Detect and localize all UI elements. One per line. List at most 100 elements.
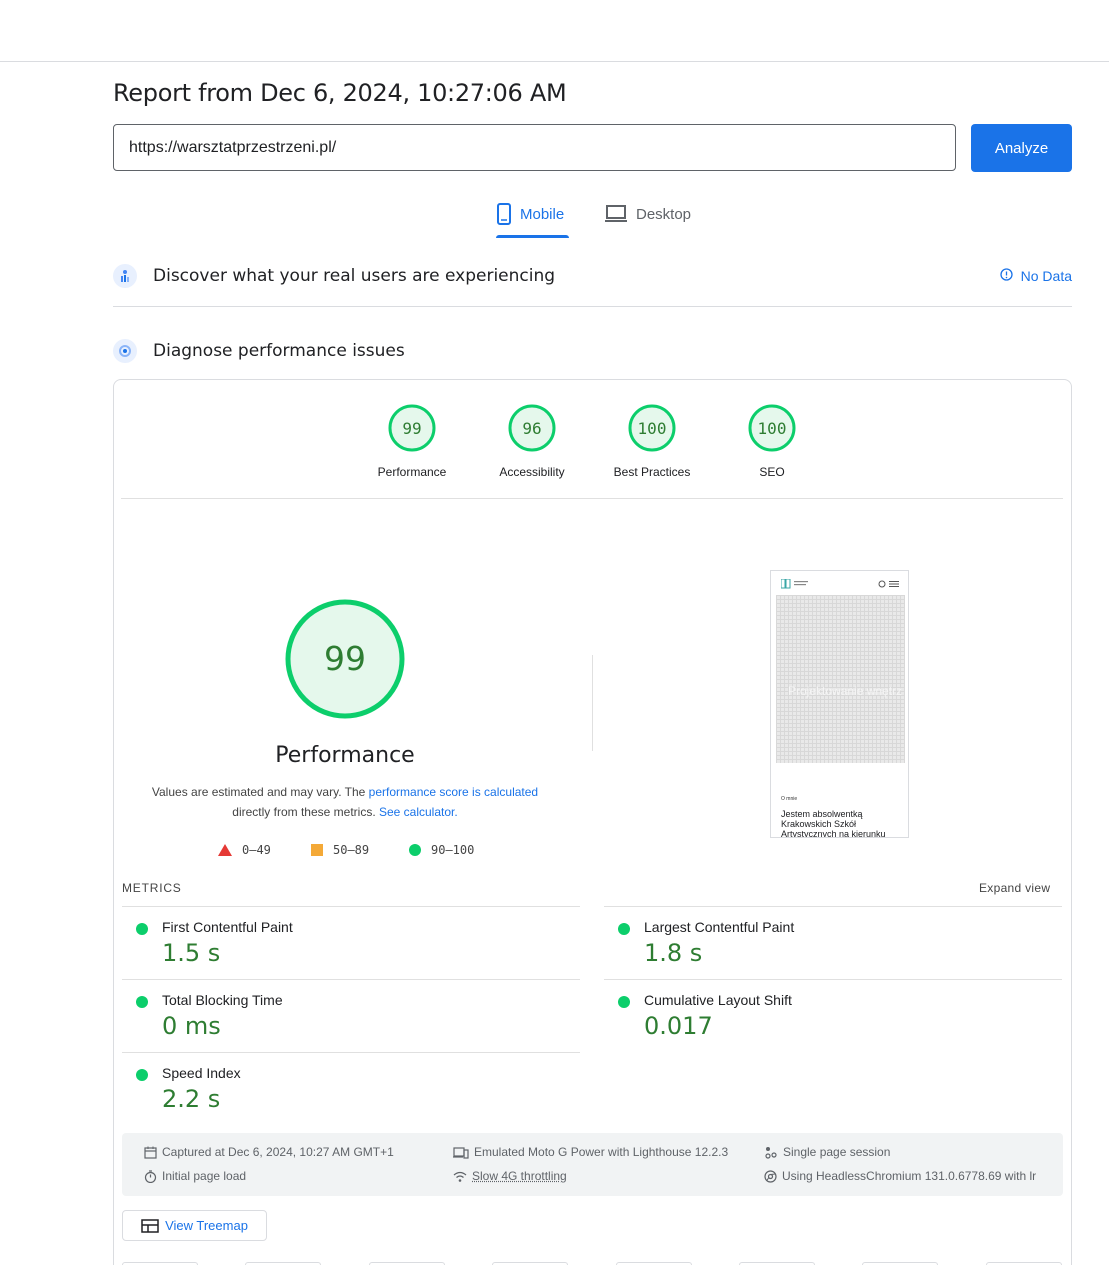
metric-lcp: Largest Contentful Paint 1.8 s bbox=[604, 906, 1062, 979]
performance-description: Values are estimated and may vary. The p… bbox=[140, 782, 550, 822]
crux-section-header: Discover what your real users are experi… bbox=[113, 264, 1072, 288]
metric-value: 1.8 s bbox=[644, 939, 702, 967]
view-treemap-button[interactable]: View Treemap bbox=[122, 1210, 267, 1241]
metric-value: 1.5 s bbox=[162, 939, 220, 967]
timer-icon bbox=[144, 1170, 157, 1183]
info-throttling: Slow 4G throttling bbox=[453, 1169, 567, 1183]
session-icon bbox=[764, 1146, 778, 1159]
performance-score-large: 99 bbox=[324, 639, 366, 678]
treemap-icon bbox=[141, 1219, 159, 1233]
analyze-button[interactable]: Analyze bbox=[971, 124, 1072, 172]
legend-range: 50–89 bbox=[333, 843, 369, 857]
score-gauge-seo[interactable]: 100 SEO bbox=[722, 403, 822, 479]
score-label: Performance bbox=[362, 465, 462, 479]
section-divider bbox=[113, 306, 1072, 307]
gauge-ring: 96 bbox=[507, 403, 557, 453]
score-label: Best Practices bbox=[602, 465, 702, 479]
square-icon bbox=[311, 844, 323, 856]
legend-average: 50–89 bbox=[311, 842, 369, 858]
score-calculated-link[interactable]: performance score is calculated bbox=[369, 785, 538, 799]
triangle-icon bbox=[218, 844, 232, 856]
legend-range: 90–100 bbox=[431, 843, 474, 857]
score-value: 100 bbox=[638, 419, 667, 438]
report-title: Report from Dec 6, 2024, 10:27:06 AM bbox=[113, 79, 566, 107]
laptop-icon bbox=[604, 203, 628, 227]
metric-cls: Cumulative Layout Shift 0.017 bbox=[604, 979, 1062, 1052]
metric-value: 2.2 s bbox=[162, 1085, 220, 1113]
page-screenshot-thumbnail: Projektowanie wnętrz O mnie Jestem absol… bbox=[770, 570, 909, 838]
screenshot-hero-image: Projektowanie wnętrz bbox=[776, 595, 905, 763]
screenshot-hero-text: Projektowanie wnętrz bbox=[788, 685, 902, 698]
metric-speed-index: Speed Index 2.2 s bbox=[122, 1052, 580, 1125]
metric-tbt: Total Blocking Time 0 ms bbox=[122, 979, 580, 1052]
pass-indicator-icon bbox=[136, 923, 148, 935]
view-treemap-label: View Treemap bbox=[165, 1218, 248, 1233]
metrics-heading: METRICS bbox=[122, 881, 182, 895]
chrome-icon bbox=[764, 1170, 777, 1183]
pass-indicator-icon bbox=[136, 996, 148, 1008]
diagnose-icon bbox=[113, 339, 137, 363]
metric-name: Cumulative Layout Shift bbox=[644, 992, 792, 1008]
metric-name: Total Blocking Time bbox=[162, 992, 283, 1008]
metric-value: 0 ms bbox=[162, 1012, 221, 1040]
pass-indicator-icon bbox=[136, 1069, 148, 1081]
score-value: 99 bbox=[402, 419, 421, 438]
calendar-icon bbox=[144, 1146, 157, 1159]
metric-name: Speed Index bbox=[162, 1065, 241, 1081]
devices-icon bbox=[453, 1146, 469, 1159]
info-device: Emulated Moto G Power with Lighthouse 12… bbox=[453, 1145, 728, 1159]
vertical-divider bbox=[592, 655, 593, 751]
tab-desktop-label: Desktop bbox=[636, 206, 691, 223]
diagnose-section-header: Diagnose performance issues bbox=[113, 339, 1072, 363]
info-icon bbox=[1000, 268, 1013, 284]
no-data-status[interactable]: No Data bbox=[1000, 268, 1072, 284]
info-text: Initial page load bbox=[162, 1169, 246, 1183]
active-tab-indicator bbox=[496, 235, 569, 238]
info-initial-load: Initial page load bbox=[144, 1169, 246, 1183]
tab-mobile[interactable]: Mobile bbox=[496, 203, 564, 239]
info-captured: Captured at Dec 6, 2024, 10:27 AM GMT+1 bbox=[144, 1145, 394, 1159]
site-logo bbox=[781, 579, 821, 589]
info-browser: Using HeadlessChromium 131.0.6778.69 wit… bbox=[764, 1169, 1054, 1183]
expand-view-toggle[interactable]: Expand view bbox=[979, 881, 1050, 895]
desc-text: Values are estimated and may vary. The bbox=[152, 785, 369, 799]
legend-range: 0–49 bbox=[242, 843, 271, 857]
see-calculator-link[interactable]: See calculator. bbox=[379, 805, 458, 819]
tab-mobile-label: Mobile bbox=[520, 206, 564, 223]
no-data-label: No Data bbox=[1021, 268, 1072, 284]
runtime-info-box: Captured at Dec 6, 2024, 10:27 AM GMT+1 … bbox=[122, 1133, 1063, 1196]
desc-text: directly from these metrics. bbox=[232, 805, 379, 819]
performance-title: Performance bbox=[245, 743, 445, 768]
tab-desktop[interactable]: Desktop bbox=[604, 203, 691, 239]
legend-pass: 90–100 bbox=[409, 842, 474, 858]
wifi-icon bbox=[453, 1170, 467, 1183]
diagnose-heading: Diagnose performance issues bbox=[153, 341, 405, 361]
menu-icon bbox=[878, 580, 900, 588]
metric-name: First Contentful Paint bbox=[162, 919, 293, 935]
info-text: Emulated Moto G Power with Lighthouse 12… bbox=[474, 1145, 728, 1159]
score-label: Accessibility bbox=[482, 465, 582, 479]
score-gauge-performance[interactable]: 99 Performance bbox=[362, 403, 462, 479]
gauge-ring: 100 bbox=[747, 403, 797, 453]
info-text: Captured at Dec 6, 2024, 10:27 AM GMT+1 bbox=[162, 1145, 394, 1159]
url-input[interactable] bbox=[113, 124, 956, 171]
gauges-divider bbox=[121, 498, 1063, 499]
screenshot-body-text: Jestem absolwentką Krakowskich Szkół Art… bbox=[781, 809, 906, 838]
gauge-ring: 99 bbox=[387, 403, 437, 453]
gauge-ring: 100 bbox=[627, 403, 677, 453]
score-gauge-accessibility[interactable]: 96 Accessibility bbox=[482, 403, 582, 479]
info-text: Single page session bbox=[783, 1145, 890, 1159]
legend-fail: 0–49 bbox=[218, 842, 271, 858]
info-session: Single page session bbox=[764, 1145, 1054, 1159]
top-bar bbox=[0, 0, 1109, 62]
score-label: SEO bbox=[722, 465, 822, 479]
phone-icon bbox=[496, 203, 512, 229]
info-text: Slow 4G throttling bbox=[472, 1169, 567, 1183]
metric-name: Largest Contentful Paint bbox=[644, 919, 794, 935]
score-value: 96 bbox=[522, 419, 541, 438]
score-gauge-best-practices[interactable]: 100 Best Practices bbox=[602, 403, 702, 479]
users-icon bbox=[113, 264, 137, 288]
screenshot-section-label: O mnie bbox=[781, 796, 797, 802]
performance-gauge-large: 99 bbox=[285, 599, 405, 719]
crux-heading: Discover what your real users are experi… bbox=[153, 266, 555, 286]
